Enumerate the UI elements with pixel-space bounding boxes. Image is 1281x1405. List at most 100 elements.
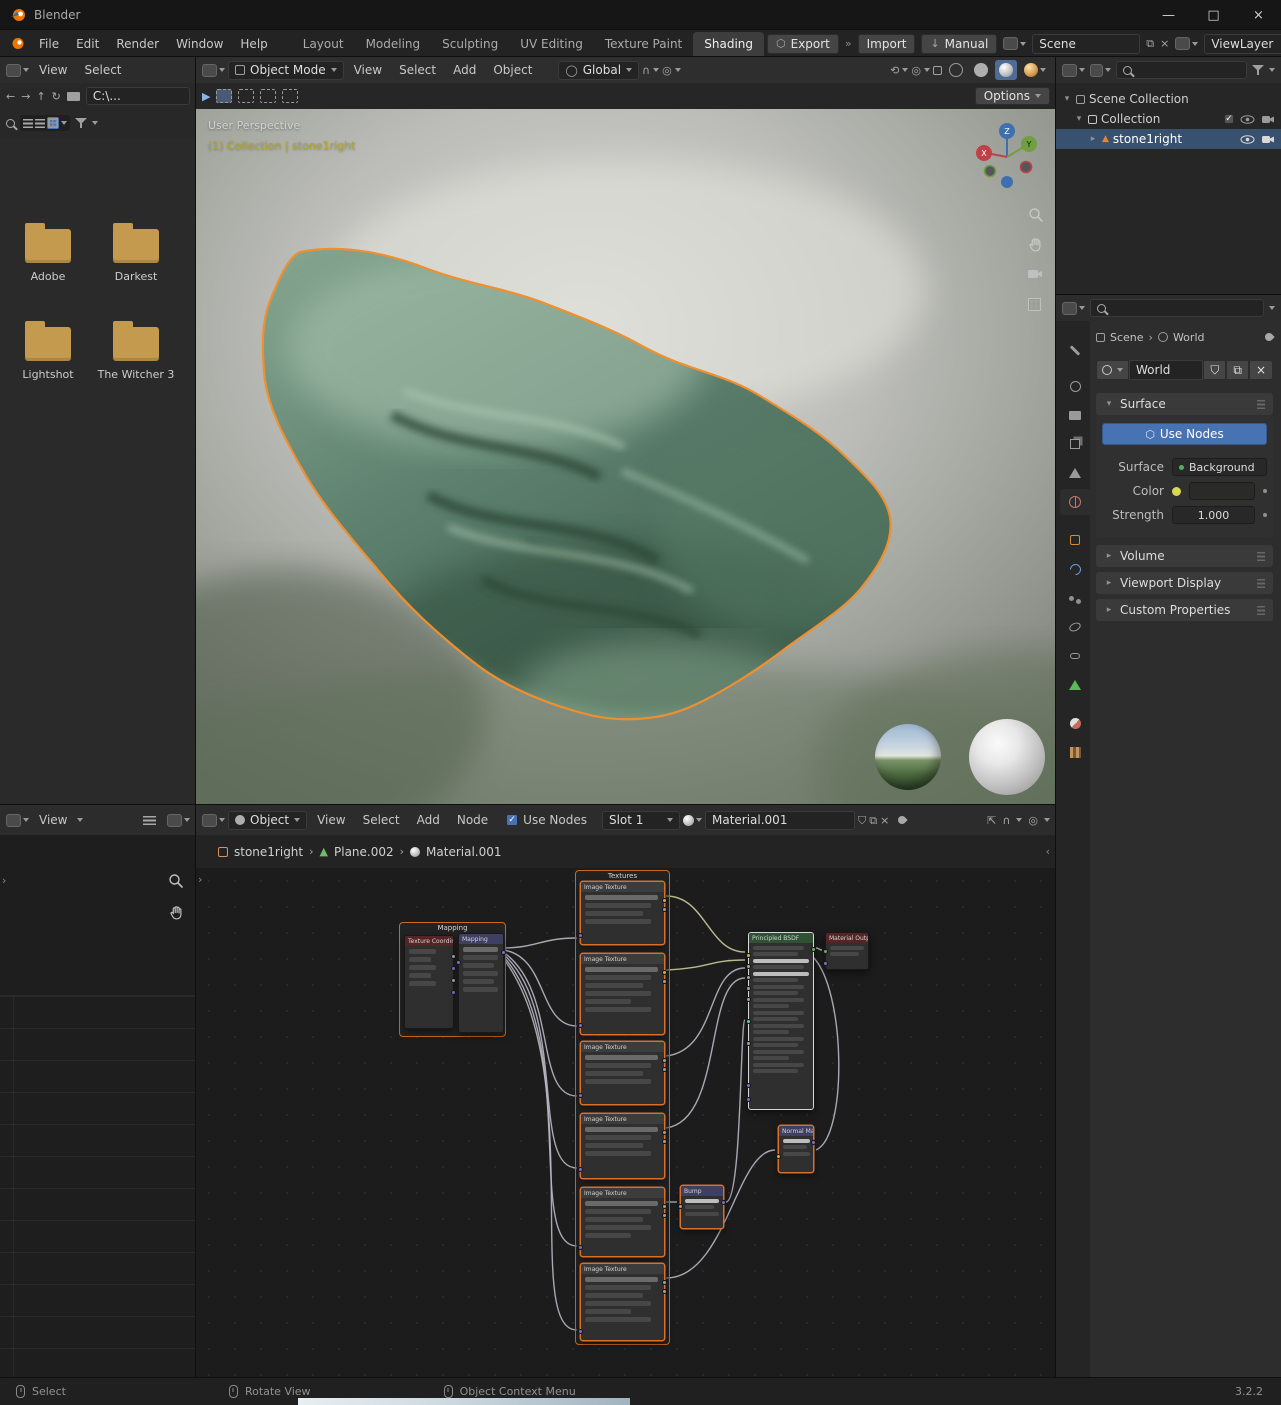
folder-tile-witcher[interactable]: The Witcher 3 [94, 327, 178, 381]
hide-eye-icon[interactable] [1240, 135, 1255, 144]
surface-panel-header[interactable]: ▾ Surface [1096, 393, 1273, 415]
spreadsheet-editor-icon[interactable] [6, 814, 29, 827]
scene-browse-icon[interactable] [1003, 37, 1026, 50]
snapping-magnet-icon[interactable]: ∩ [1002, 815, 1010, 826]
tab-output[interactable] [1060, 402, 1090, 428]
shader-editor-icon[interactable] [202, 814, 225, 827]
hide-eye-icon[interactable] [1240, 115, 1255, 124]
node-frame-mapping[interactable]: Mapping Texture Coordinate Mapping [399, 922, 506, 1037]
workspace-tab-texture-paint[interactable]: Texture Paint [594, 32, 693, 56]
tab-object-data[interactable] [1060, 672, 1090, 698]
use-nodes-checkbox[interactable]: ✓ [506, 814, 518, 826]
filter-chevron[interactable] [92, 121, 98, 125]
region-expand-icon[interactable]: › [2, 875, 6, 886]
filter-funnel-icon[interactable] [75, 118, 87, 129]
back-icon[interactable]: ← [6, 91, 15, 102]
workspace-tab-sculpting[interactable]: Sculpting [431, 32, 509, 56]
material-copy-icon[interactable]: ⧉ [869, 815, 877, 826]
tab-constraints[interactable] [1060, 643, 1090, 669]
animate-dot[interactable] [1263, 489, 1267, 493]
path-field[interactable]: C:\... [86, 87, 190, 105]
spreadsheet-grid[interactable] [0, 995, 196, 1378]
viewlayer-browse-icon[interactable] [1175, 37, 1198, 50]
spreadsheet-filter-icon[interactable] [143, 816, 156, 825]
breadcrumb-mesh[interactable]: Plane.002 [334, 845, 394, 859]
folder-tile-adobe[interactable]: Adobe [6, 229, 90, 283]
color-swatch[interactable] [1189, 482, 1255, 500]
strength-slider[interactable]: 1.000 [1172, 506, 1255, 524]
viewport-pan-hand-icon[interactable] [1028, 237, 1043, 252]
orientation-selector[interactable]: ◯Global [558, 61, 639, 80]
panel-drag-dots[interactable] [1257, 552, 1265, 561]
scene-name-field[interactable]: Scene [1032, 34, 1140, 54]
display-thumbnail-icon[interactable] [47, 117, 59, 129]
outliner-row-scene-collection[interactable]: ▾ Scene Collection [1056, 89, 1281, 109]
tab-world[interactable] [1060, 489, 1090, 515]
blender-menu-icon[interactable] [10, 37, 25, 50]
tab-modifiers[interactable] [1060, 556, 1090, 582]
zoom-tool-icon[interactable] [168, 873, 184, 889]
workspace-tab-shading[interactable]: Shading [693, 32, 764, 56]
world-name-field[interactable]: World [1129, 360, 1203, 380]
shader-view-menu[interactable]: View [310, 811, 352, 829]
viewport-add-menu[interactable]: Add [446, 61, 483, 79]
tab-particles[interactable] [1060, 585, 1090, 611]
file-browser-view-menu[interactable]: View [32, 61, 74, 79]
outliner-display-icon[interactable] [1090, 64, 1111, 77]
select-mode-lasso-icon[interactable] [282, 89, 298, 103]
material-name-field[interactable]: Material.001 [705, 811, 855, 830]
search-icon[interactable] [6, 119, 15, 128]
node-parent-icon[interactable]: ⇱ [987, 815, 996, 826]
collapse-breadcrumb-icon[interactable]: ‹ [1046, 846, 1050, 857]
fake-user-shield-button[interactable]: ⛉ [1203, 360, 1226, 380]
tab-object[interactable] [1060, 527, 1090, 553]
outliner-filter-icon[interactable] [1252, 65, 1264, 76]
breadcrumb-world[interactable]: World [1173, 331, 1205, 344]
material-browse-icon[interactable] [683, 815, 702, 826]
viewport-select-menu[interactable]: Select [392, 61, 443, 79]
node-mapping[interactable]: Mapping [458, 933, 504, 1033]
select-mode-circle-icon[interactable] [260, 89, 276, 103]
use-nodes-button[interactable]: ⬡ Use Nodes [1102, 423, 1267, 445]
tab-texture[interactable] [1060, 739, 1090, 765]
properties-editor-icon[interactable] [1062, 302, 1085, 315]
maximize-button[interactable]: □ [1191, 0, 1236, 30]
node-image-texture-1[interactable]: Image Texture [580, 881, 665, 945]
node-image-texture-5[interactable]: Image Texture [580, 1187, 665, 1257]
file-browser-select-menu[interactable]: Select [77, 61, 128, 79]
shading-rendered-button[interactable] [1020, 60, 1050, 80]
node-image-texture-3[interactable]: Image Texture [580, 1041, 665, 1105]
show-gizmos-icon[interactable]: ⟲ [890, 65, 899, 76]
display-detail-icon[interactable] [35, 119, 45, 128]
tab-physics[interactable] [1060, 614, 1090, 640]
disclosure-icon[interactable]: ▸ [1088, 134, 1098, 144]
shading-material-button[interactable] [995, 60, 1017, 80]
spreadsheet-view-menu[interactable]: View [32, 811, 74, 829]
manual-button[interactable]: ↓ Manual [921, 34, 997, 54]
viewport-view-menu[interactable]: View [347, 61, 389, 79]
pin-icon[interactable] [897, 814, 908, 825]
import-button[interactable]: Import [858, 34, 916, 54]
material-preview-sphere[interactable] [969, 719, 1045, 795]
viewport-zoom-icon[interactable] [1028, 207, 1044, 223]
shading-solid-button[interactable] [970, 60, 992, 80]
panel-drag-dots[interactable] [1257, 606, 1265, 615]
viewport-object-menu[interactable]: Object [486, 61, 539, 79]
animate-dot[interactable] [1263, 513, 1267, 517]
node-image-texture-2[interactable]: Image Texture [580, 953, 665, 1035]
shader-type-selector[interactable]: Object [228, 811, 307, 830]
node-principled-bsdf[interactable]: Principled BSDF [748, 932, 814, 1110]
file-browser-editor-icon[interactable] [6, 64, 29, 77]
node-material-output[interactable]: Material Output [825, 932, 869, 970]
panel-drag-dots[interactable] [1257, 400, 1265, 409]
node-frame-textures[interactable]: Textures Image Texture Image Texture Ima… [575, 870, 670, 1345]
material-unlink-icon[interactable]: × [880, 815, 889, 826]
scene-copy-icon[interactable]: ⧉ [1146, 38, 1154, 49]
node-bump[interactable]: Bump [680, 1185, 724, 1229]
shading-wireframe-button[interactable] [945, 60, 967, 80]
tab-scene[interactable] [1060, 460, 1090, 486]
active-tool-icon[interactable]: ▶ [202, 91, 210, 102]
menu-help[interactable]: Help [233, 35, 274, 53]
menu-file[interactable]: File [32, 35, 66, 53]
outliner-editor-icon[interactable] [1062, 64, 1085, 77]
